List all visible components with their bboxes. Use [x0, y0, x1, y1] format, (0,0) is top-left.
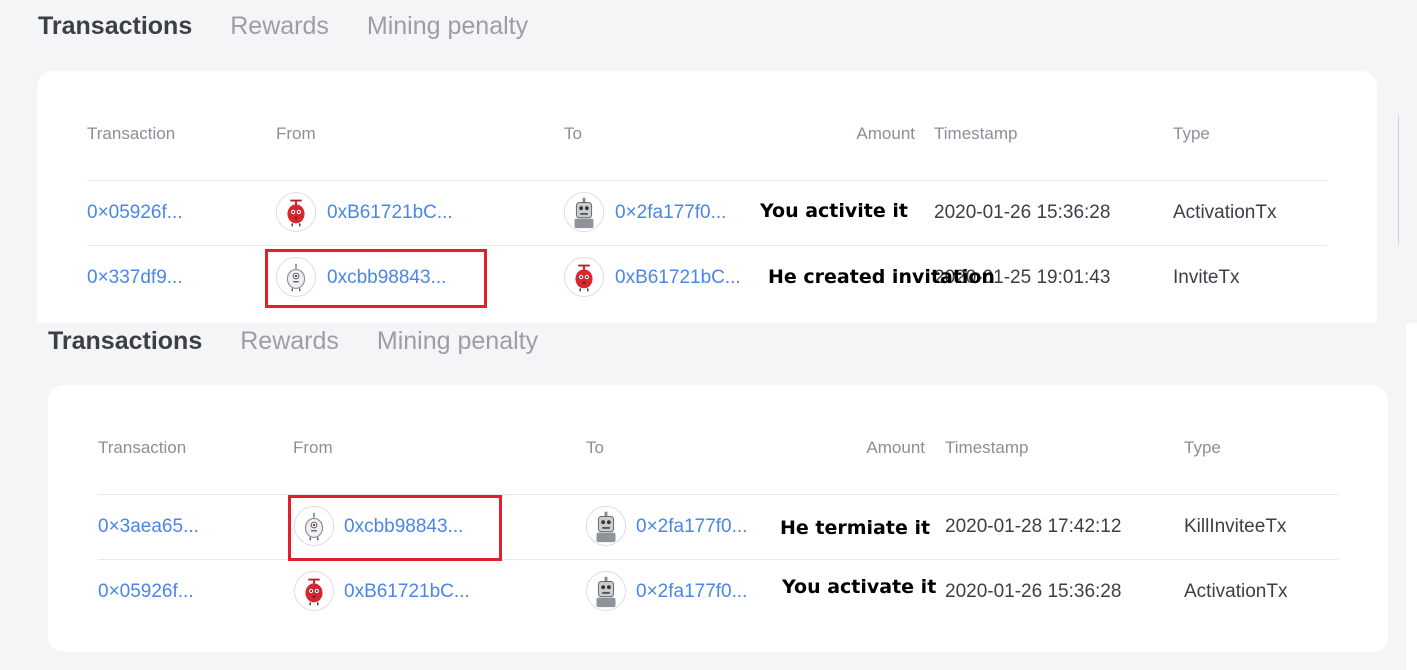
tx-hash-link[interactable]: 0×337df9... — [87, 267, 183, 289]
tab-rewards[interactable]: Rewards — [230, 12, 329, 41]
tx-type: InviteTx — [1173, 267, 1240, 288]
annotation-note: You activate it — [782, 576, 937, 598]
red-bird-avatar[interactable] — [276, 192, 316, 232]
tab-transactions[interactable]: Transactions — [38, 12, 192, 41]
tx-hash-link[interactable]: 0×3aea65... — [98, 516, 199, 538]
timestamp: 2020-01-28 17:42:12 — [945, 516, 1122, 537]
header-to: To — [586, 438, 604, 457]
red-bird-avatar[interactable] — [294, 571, 334, 611]
tx-type: KillInviteeTx — [1184, 516, 1287, 537]
transactions-table-card: Transaction From To Amount Timestamp Typ… — [48, 385, 1388, 652]
annotation-note: You activite it — [760, 200, 908, 222]
from-address-link[interactable]: 0xB61721bC... — [344, 581, 470, 603]
tab-rewards[interactable]: Rewards — [240, 327, 339, 356]
tx-type: ActivationTx — [1173, 202, 1277, 223]
transactions-panel-bottom: Transactions Rewards Mining penalty Tran… — [0, 323, 1406, 670]
highlight-box — [265, 249, 487, 308]
transactions-table-card: Transaction From To Amount Timestamp Typ… — [37, 71, 1377, 323]
header-from: From — [293, 438, 333, 457]
grey-robot-avatar[interactable] — [586, 506, 626, 546]
tab-bar: Transactions Rewards Mining penalty — [48, 327, 576, 356]
header-from: From — [276, 124, 316, 143]
tx-hash-link[interactable]: 0×05926f... — [87, 202, 183, 224]
tab-mining-penalty[interactable]: Mining penalty — [367, 12, 528, 41]
tab-mining-penalty[interactable]: Mining penalty — [377, 327, 538, 356]
scrollbar-edge — [1398, 115, 1399, 245]
header-timestamp: Timestamp — [934, 124, 1018, 143]
header-timestamp: Timestamp — [945, 438, 1029, 457]
red-bird-avatar[interactable] — [564, 257, 604, 297]
highlight-box — [288, 495, 502, 561]
annotation-note: He termiate it — [780, 517, 931, 539]
annotation-note: He created invitation — [768, 266, 995, 288]
tx-hash-link[interactable]: 0×05926f... — [98, 581, 194, 603]
row-divider — [98, 559, 1338, 560]
header-to: To — [564, 124, 582, 143]
from-address-link[interactable]: 0xB61721bC... — [327, 202, 453, 224]
tab-bar: Transactions Rewards Mining penalty — [38, 12, 566, 41]
transactions-panel-top: Transactions Rewards Mining penalty Tran… — [0, 0, 1417, 323]
to-address-link[interactable]: 0×2fa177f0... — [636, 516, 747, 538]
grey-robot-avatar[interactable] — [564, 192, 604, 232]
header-divider — [87, 180, 1327, 181]
header-amount: Amount — [856, 124, 915, 143]
to-address-link[interactable]: 0×2fa177f0... — [615, 202, 726, 224]
tab-transactions[interactable]: Transactions — [48, 327, 202, 356]
timestamp: 2020-01-26 15:36:28 — [934, 202, 1111, 223]
header-transaction: Transaction — [98, 438, 187, 457]
grey-robot-avatar[interactable] — [586, 571, 626, 611]
to-address-link[interactable]: 0×2fa177f0... — [636, 581, 747, 603]
header-amount: Amount — [866, 438, 925, 457]
timestamp: 2020-01-26 15:36:28 — [945, 581, 1122, 602]
header-transaction: Transaction — [87, 124, 176, 143]
header-type: Type — [1173, 124, 1210, 143]
tx-type: ActivationTx — [1184, 581, 1288, 602]
header-divider — [98, 494, 1338, 495]
to-address-link[interactable]: 0xB61721bC... — [615, 267, 741, 289]
row-divider — [87, 245, 1327, 246]
header-type: Type — [1184, 438, 1221, 457]
